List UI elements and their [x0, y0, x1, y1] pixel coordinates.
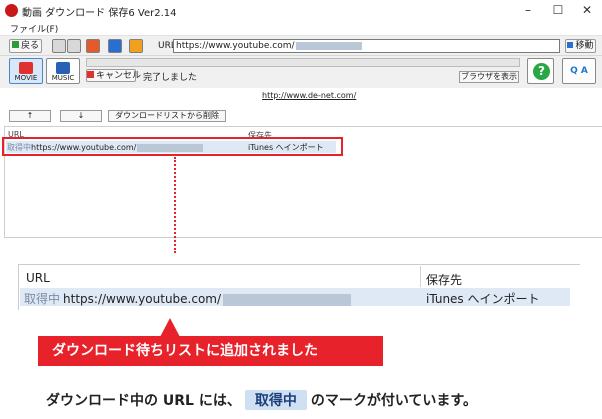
callout-pointer [160, 318, 180, 337]
menu-bar [0, 20, 602, 36]
cancel-button[interactable]: キャンセル [86, 69, 141, 82]
move-up-button[interactable]: ↑ [9, 110, 51, 122]
movie-button[interactable]: MOVIE [9, 58, 43, 84]
menu-file[interactable]: ファイル(F) [10, 22, 58, 35]
go-arrow-icon [567, 42, 574, 48]
refresh-icon[interactable] [108, 39, 122, 53]
callout-banner: ダウンロード待ちリストに追加されました [38, 336, 383, 366]
redacted-url-part [295, 41, 362, 50]
movie-icon [19, 62, 33, 74]
status-text: 完了しました [143, 73, 198, 83]
status-badge: 取得中 [244, 390, 307, 410]
cancel-label: キャンセル [96, 71, 142, 81]
footer-caption: ダウンロード中の URL には、 取得中 のマークが付いています。 [46, 390, 477, 410]
qa-button[interactable]: Q A [562, 58, 596, 84]
music-label: MUSIC [51, 74, 75, 82]
maximize-icon[interactable]: ☐ [543, 0, 573, 20]
zoom-status: 取得中 [24, 292, 61, 306]
zoom-url-cell: 取得中 https://www.youtube.com/ [24, 290, 352, 307]
home-icon[interactable] [129, 39, 143, 53]
zoom-column-destination: 保存先 [426, 273, 463, 287]
zoom-url: https://www.youtube.com/ [63, 292, 222, 306]
redacted-url-part [223, 293, 352, 306]
back-label: 戻る [20, 41, 39, 51]
dotted-connector [174, 157, 176, 253]
progress-bar [86, 58, 520, 67]
music-icon [56, 62, 70, 74]
footer-text-after: のマークが付いています。 [310, 393, 478, 409]
move-down-button[interactable]: ↓ [60, 110, 102, 122]
delete-from-list-button[interactable]: ダウンロードリストから削除 [108, 110, 226, 122]
show-browser-button[interactable]: ブラウザを表示 [459, 71, 519, 83]
app-icon [5, 4, 18, 17]
zoom-column-divider [420, 266, 421, 287]
zoom-column-url: URL [26, 271, 50, 285]
minimize-icon[interactable]: – [513, 0, 543, 20]
go-button[interactable]: 移動 [565, 39, 596, 53]
forward-icon[interactable] [52, 39, 66, 53]
movie-label: MOVIE [14, 74, 38, 82]
stop-icon[interactable] [86, 39, 100, 53]
window-title: 動画 ダウンロード 保存6 Ver2.14 [22, 8, 177, 19]
go-label: 移動 [575, 41, 594, 51]
close-icon[interactable]: ✕ [572, 0, 602, 20]
music-button[interactable]: MUSIC [46, 58, 80, 84]
url-input[interactable]: https://www.youtube.com/ [173, 39, 560, 53]
play-icon[interactable] [67, 39, 81, 53]
highlight-box [2, 137, 343, 156]
help-icon: ? [533, 63, 550, 80]
back-button[interactable]: 戻る [9, 39, 42, 53]
footer-text-before: ダウンロード中の URL には、 [46, 393, 241, 409]
url-value: https://www.youtube.com/ [176, 41, 295, 51]
cancel-icon [87, 71, 94, 78]
help-button[interactable]: ? [527, 58, 554, 84]
site-link[interactable]: http://www.de-net.com/ [262, 91, 356, 100]
back-arrow-icon [11, 41, 19, 48]
zoom-destination: iTunes へインポート [426, 292, 540, 306]
